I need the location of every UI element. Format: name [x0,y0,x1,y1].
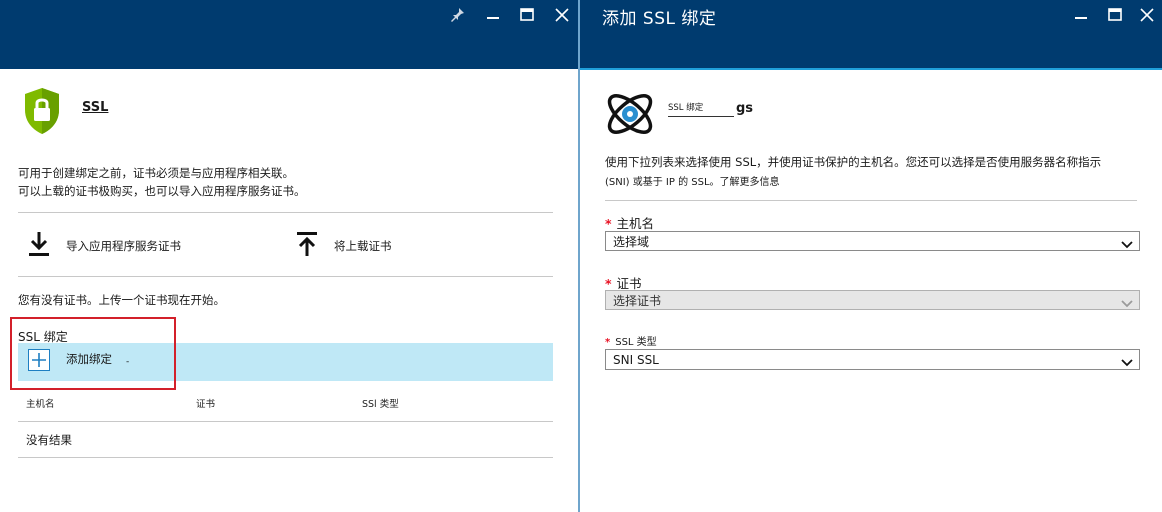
no-results-text: 没有结果 [26,433,72,447]
upload-certificate-button[interactable]: 将上载证书 [290,228,490,262]
download-icon [28,231,50,261]
divider [605,200,1137,201]
add-ssl-binding-blade: 添加 SSL 绑定 SSL 绑定 gs 使用下拉列表来选择使用 SSL，并使用证… [580,0,1162,512]
maximize-icon[interactable] [1104,4,1126,26]
minimize-icon[interactable] [1070,4,1092,26]
resource-label: SSL 绑定 [668,101,734,117]
chevron-down-icon [1121,236,1133,256]
no-certificate-text: 您有没有证书。上传一个证书现在开始。 [18,293,225,307]
column-header-hostname[interactable]: 主机名 [26,396,55,410]
divider [18,457,553,458]
import-certificate-label: 导入应用程序服务证书 [66,239,181,253]
divider [18,212,553,213]
ssl-type-select[interactable]: SNI SSL [605,349,1140,370]
certificate-select-value: 选择证书 [613,294,662,308]
minimize-icon[interactable] [482,4,504,26]
certificate-select[interactable]: 选择证书 [605,290,1140,310]
pin-icon[interactable] [446,4,468,26]
required-marker: * [605,216,612,231]
ssl-type-label: * SSL 类型 [605,333,657,348]
ssl-orbit-icon [602,86,658,146]
binding-description-line2: (SNI) 或基于 IP 的 SSL。了解更多信息 [605,177,780,188]
required-marker: * [605,276,612,291]
ssl-description-line2: 可以上载的证书极购买，也可以导入应用程序服务证书。 [18,184,306,198]
chevron-down-icon [1121,295,1133,315]
column-header-certificate[interactable]: 证书 [196,396,215,410]
resource-name: gs [736,101,754,116]
certificate-label-text: 证书 [616,276,642,291]
hostname-label: * 主机名 [605,213,654,232]
add-ssl-binding-title: 添加 SSL 绑定 [602,9,717,29]
divider [18,421,553,422]
ssl-blade: SSL 可用于创建绑定之前，证书必须是与应用程序相关联。 可以上载的证书极购买，… [0,0,578,512]
column-header-ssl-type[interactable]: SSl 类型 [362,396,399,410]
ssl-title: SSL [82,100,109,115]
chevron-down-icon [1121,354,1133,374]
hostname-select-value: 选择域 [613,235,650,249]
annotation-highlight [10,317,176,390]
upload-icon [296,231,318,261]
maximize-icon[interactable] [516,4,538,26]
import-certificate-button[interactable]: 导入应用程序服务证书 [18,228,258,262]
binding-description-line1: 使用下拉列表来选择使用 SSL，并使用证书保护的主机名。您还可以选择是否使用服务… [605,155,1102,169]
shield-lock-icon [22,86,62,140]
close-icon[interactable] [551,4,573,26]
upload-certificate-label: 将上载证书 [334,239,392,253]
divider [18,276,553,277]
close-icon[interactable] [1136,4,1158,26]
required-marker: * [605,337,611,348]
ssl-type-label-text: SSL 类型 [615,337,657,348]
ssl-description-line1: 可用于创建绑定之前，证书必须是与应用程序相关联。 [18,166,294,180]
hostname-select[interactable]: 选择域 [605,231,1140,251]
hostname-label-text: 主机名 [616,216,655,231]
ssl-type-select-value: SNI SSL [613,353,659,367]
